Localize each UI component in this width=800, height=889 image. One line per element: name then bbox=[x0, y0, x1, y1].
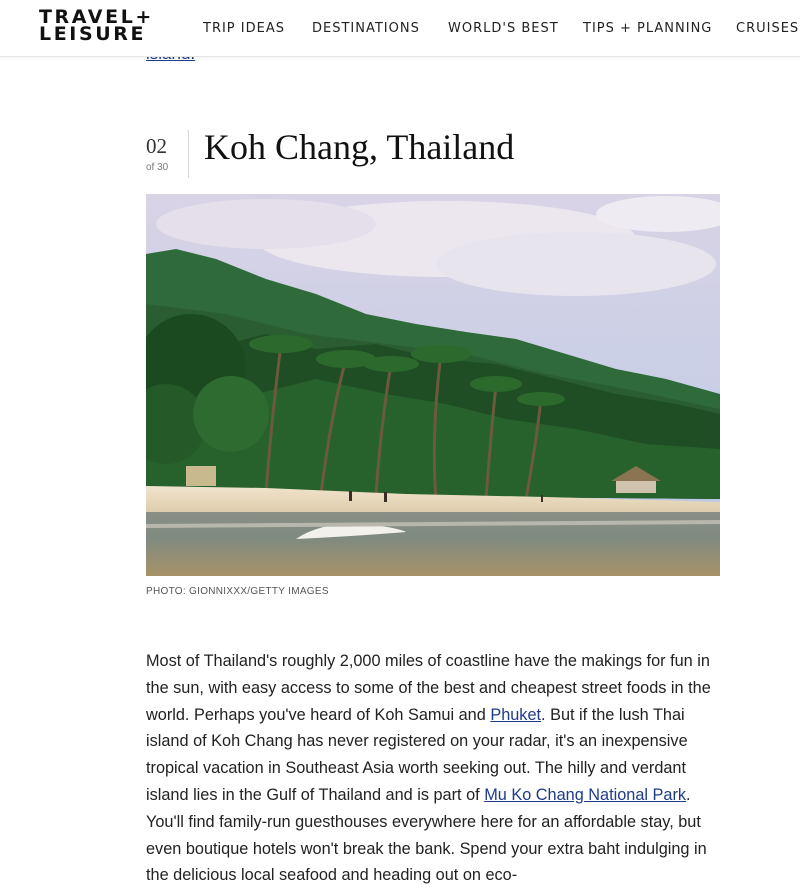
slide-counter: 02 of 30 bbox=[146, 134, 188, 173]
site-header: TRAVEL+ LEISURE TRIP IDEAS DESTINATIONS … bbox=[0, 0, 800, 57]
photo-credit: PHOTO: GIONNIXXX/GETTY IMAGES bbox=[146, 586, 329, 597]
nav-worlds-best[interactable]: WORLD'S BEST bbox=[448, 21, 559, 36]
nav-tips-planning[interactable]: TIPS + PLANNING bbox=[583, 21, 712, 36]
site-logo[interactable]: TRAVEL+ LEISURE bbox=[39, 8, 175, 45]
nav-destinations[interactable]: DESTINATIONS bbox=[312, 21, 420, 36]
beach-photo bbox=[146, 194, 720, 576]
counter-divider bbox=[188, 130, 189, 178]
nav-cruises[interactable]: CRUISES bbox=[736, 21, 799, 36]
logo-line-2: LEISURE bbox=[39, 23, 147, 45]
article-paragraph: Most of Thailand's roughly 2,000 miles o… bbox=[146, 648, 724, 889]
nav-trip-ideas[interactable]: TRIP IDEAS bbox=[203, 21, 285, 36]
slide-number: 02 bbox=[146, 134, 167, 158]
slide-title: Koh Chang, Thailand bbox=[204, 127, 515, 167]
slide-total: of 30 bbox=[146, 162, 169, 173]
mu-ko-chang-national-park-link[interactable]: Mu Ko Chang National Park bbox=[484, 786, 686, 804]
phuket-link[interactable]: Phuket bbox=[490, 706, 541, 724]
